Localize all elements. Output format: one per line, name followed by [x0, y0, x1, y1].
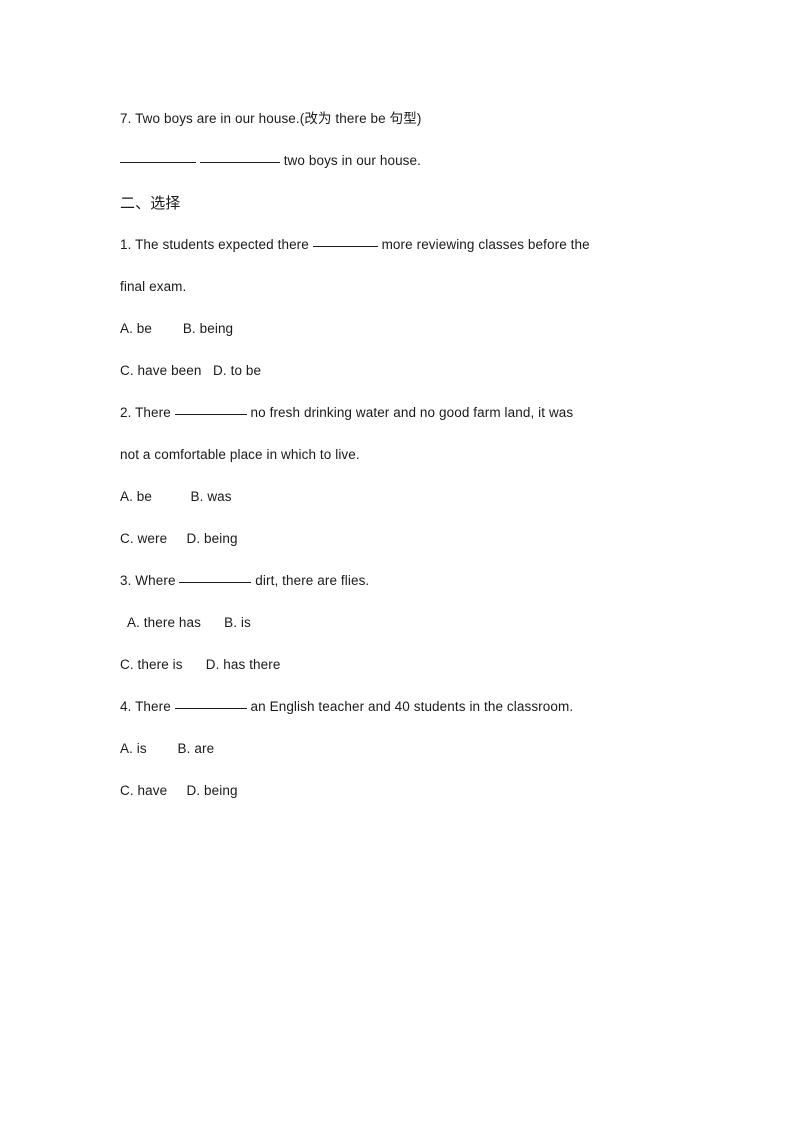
- question-3-options-ab[interactable]: A. there has B. is: [120, 602, 680, 644]
- question-1-stem: 1. The students expected there more revi…: [120, 224, 680, 266]
- question-7-instruction-cn-convert: 改为: [304, 111, 332, 127]
- question-2-blank[interactable]: [174, 414, 247, 415]
- answer-blank-2[interactable]: [199, 162, 280, 163]
- document-body: 7. Two boys are in our house.(改为 there b…: [120, 98, 680, 812]
- question-7-instruction-cn-pattern: 句型: [389, 111, 417, 127]
- question-2-stem: 2. There no fresh drinking water and no …: [120, 392, 680, 434]
- section-two-heading: 二、选择: [120, 194, 181, 212]
- question-2-options-ab[interactable]: A. be B. was: [120, 476, 680, 518]
- question-2-stem-pre: 2. There: [120, 405, 175, 420]
- question-7-instruction-mid: there be: [331, 111, 390, 126]
- question-3-options-cd[interactable]: C. there is D. has there: [120, 644, 680, 686]
- question-1-stem-pre: 1. The students expected there: [120, 237, 313, 252]
- question-1-stem-line2: final exam.: [120, 279, 187, 294]
- question-2-stem-line2: not a comfortable place in which to live…: [120, 447, 360, 462]
- question-7-stem-text-pre: 7. Two boys are in our house.(: [120, 111, 305, 126]
- question-4-stem-post: an English teacher and 40 students in th…: [246, 699, 574, 714]
- question-3-stem: 3. Where dirt, there are flies.: [120, 560, 680, 602]
- question-4-options-ab[interactable]: A. is B. are: [120, 728, 680, 770]
- question-3-stem-pre: 3. Where: [120, 573, 180, 588]
- document-page: 7. Two boys are in our house.(改为 there b…: [0, 0, 794, 1123]
- question-1-stem-post: more reviewing classes before the: [377, 237, 590, 252]
- question-4-blank[interactable]: [174, 708, 247, 709]
- question-4-options-cd[interactable]: C. have D. being: [120, 770, 680, 812]
- question-2-stem-post: no fresh drinking water and no good farm…: [246, 405, 574, 420]
- question-2-options-cd[interactable]: C. were D. being: [120, 518, 680, 560]
- question-3-blank[interactable]: [179, 582, 252, 583]
- question-3-stem-post: dirt, there are flies.: [251, 573, 370, 588]
- question-7-stem: 7. Two boys are in our house.(改为 there b…: [120, 98, 680, 140]
- question-7-instruction-post: ): [416, 111, 422, 126]
- question-1-options-cd[interactable]: C. have been D. to be: [120, 350, 680, 392]
- question-4-stem-pre: 4. There: [120, 699, 175, 714]
- question-1-blank[interactable]: [312, 246, 378, 247]
- question-1-options-ab[interactable]: A. be B. being: [120, 308, 680, 350]
- answer-blank-1[interactable]: [120, 162, 196, 163]
- question-4-stem: 4. There an English teacher and 40 stude…: [120, 686, 680, 728]
- question-7-answer-line: two boys in our house.: [120, 140, 680, 182]
- question-7-answer-tail: two boys in our house.: [279, 153, 421, 168]
